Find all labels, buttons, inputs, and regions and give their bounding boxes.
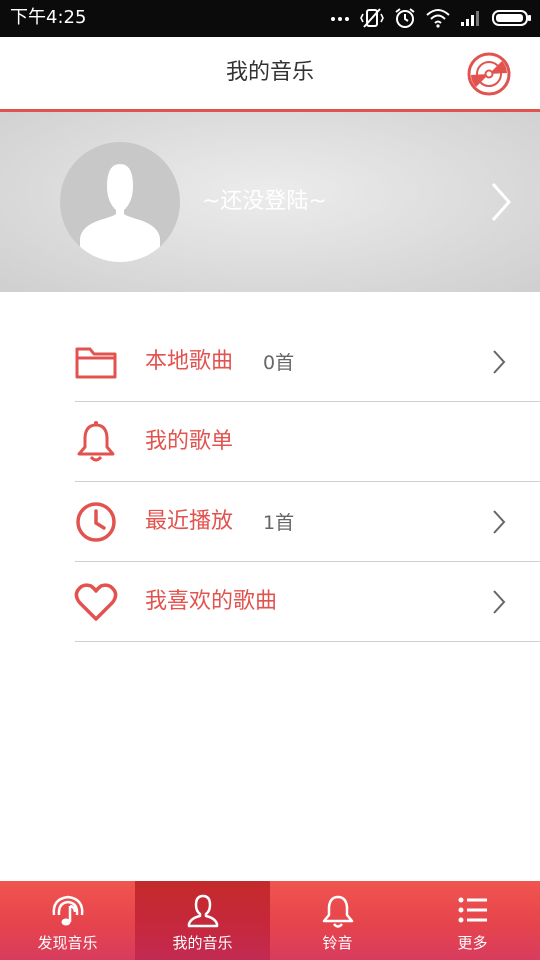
more-dots-icon [331, 17, 349, 21]
nav-item-my-music[interactable]: 我的音乐 [135, 881, 270, 960]
page-title: 我的音乐 [225, 60, 314, 85]
chevron-right-icon [493, 510, 506, 534]
signal-icon [461, 11, 479, 26]
chevron-right-icon [493, 350, 506, 374]
avatar[interactable] [60, 142, 180, 262]
disc-icon[interactable] [466, 51, 512, 97]
music-note-signal-icon [52, 895, 83, 926]
folder-icon [75, 347, 117, 379]
menu-item-recent-plays[interactable]: 最近播放 1首 [75, 482, 540, 562]
bell-icon [77, 421, 115, 462]
nav-item-label: 铃音 [322, 934, 353, 952]
user-icon [187, 894, 218, 928]
user-silhouette-icon [80, 164, 160, 262]
menu-item-label: 我的歌单 [145, 429, 234, 454]
bottom-nav: 发现音乐 我的音乐 铃音 更多 [0, 881, 540, 960]
login-prompt[interactable]: ~还没登陆~ [202, 188, 327, 216]
nav-item-discover-music[interactable]: 发现音乐 [0, 881, 135, 960]
vibrate-off-icon [360, 8, 384, 28]
menu-item-count: 0首 [263, 352, 295, 374]
profile-banner[interactable]: ~还没登陆~ [0, 112, 540, 292]
menu-list: 本地歌曲 0首 我的歌单 最近播放 1首 我喜欢的歌曲 [0, 322, 540, 642]
menu-item-favorite-songs[interactable]: 我喜欢的歌曲 [74, 562, 540, 642]
nav-item-ringtones[interactable]: 铃音 [270, 881, 405, 960]
menu-item-label: 我喜欢的歌曲 [145, 589, 278, 614]
app-header: 我的音乐 [0, 37, 540, 112]
menu-item-label: 最近播放 [145, 509, 234, 534]
menu-item-count: 1首 [263, 512, 295, 534]
menu-item-label: 本地歌曲 [145, 349, 234, 374]
heart-icon [74, 583, 118, 621]
nav-item-label: 更多 [457, 934, 488, 952]
status-icons [330, 6, 532, 30]
battery-icon [492, 10, 531, 26]
bell-icon [322, 895, 353, 928]
wifi-icon [426, 9, 450, 28]
status-time: 下午4:25 [10, 7, 87, 28]
alarm-icon [395, 8, 415, 28]
chevron-right-icon[interactable] [490, 182, 512, 222]
chevron-right-icon [493, 590, 506, 614]
list-icon [458, 897, 487, 923]
nav-item-label: 我的音乐 [172, 934, 233, 952]
nav-item-label: 发现音乐 [37, 934, 98, 952]
menu-item-local-songs[interactable]: 本地歌曲 0首 [75, 322, 540, 402]
nav-item-more[interactable]: 更多 [405, 881, 540, 960]
menu-item-my-playlists[interactable]: 我的歌单 [75, 402, 540, 482]
clock-icon [76, 502, 116, 542]
status-bar: 下午4:25 [0, 0, 540, 37]
